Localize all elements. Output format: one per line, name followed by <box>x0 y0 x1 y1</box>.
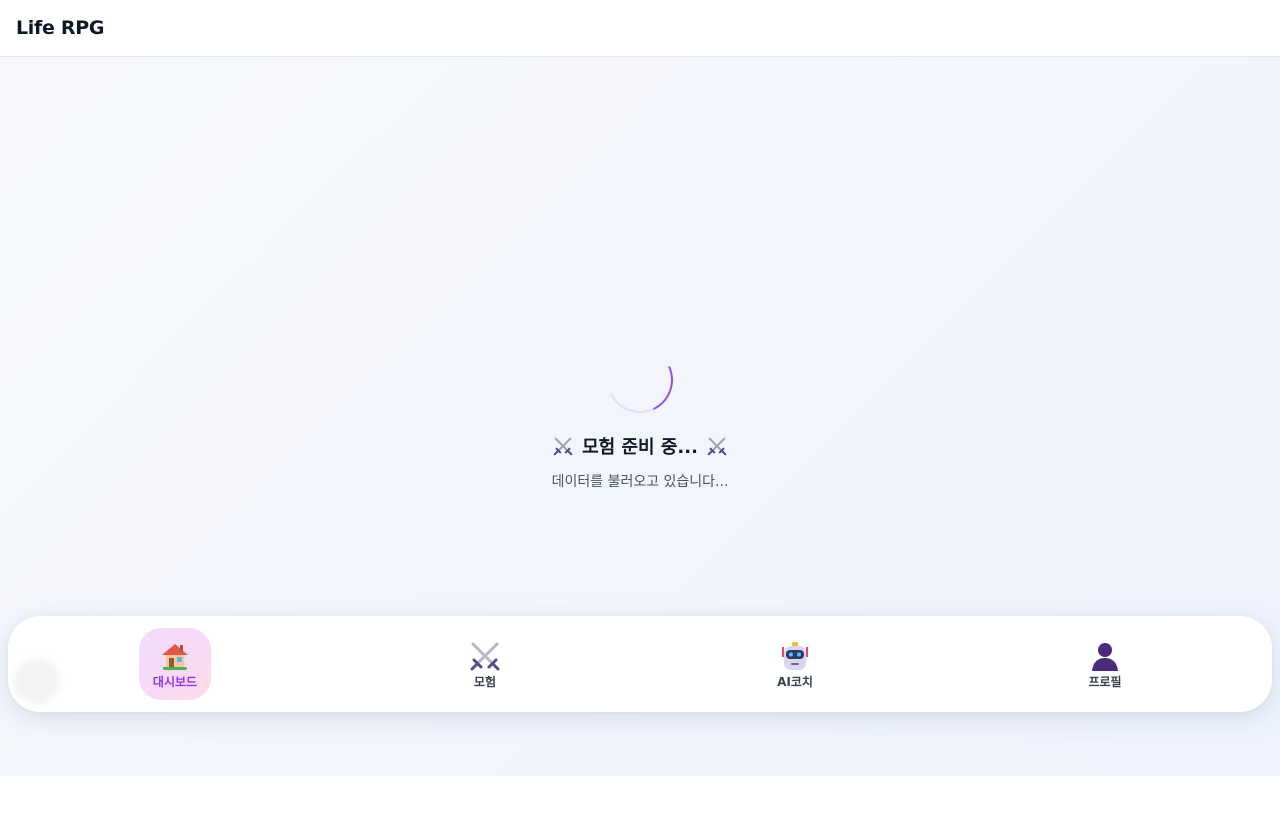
person-silhouette-icon <box>1092 642 1118 671</box>
loading-title: 모험 준비 중... <box>582 437 698 458</box>
floating-button-shadow <box>14 658 60 704</box>
loading-title-row: 모험 준비 중... <box>552 433 728 459</box>
house-icon <box>162 643 188 670</box>
nav-label-profile: 프로필 <box>1088 674 1122 689</box>
nav-label-dashboard: 대시보드 <box>152 674 198 689</box>
bottom-navigation: 대시보드 모험 AI코치 프로필 <box>8 616 1272 712</box>
nav-item-adventure[interactable]: 모험 <box>449 628 521 700</box>
crossed-swords-icon <box>707 437 727 456</box>
nav-item-profile[interactable]: 프로필 <box>1069 628 1141 700</box>
loading-spinner <box>597 337 683 423</box>
loading-panel: 모험 준비 중... 데이터를 불러오고 있습니다... <box>0 337 1280 491</box>
nav-label-adventure: 모험 <box>473 674 497 689</box>
robot-icon <box>782 641 808 670</box>
loading-subtitle: 데이터를 불러오고 있습니다... <box>551 474 729 490</box>
top-app-bar: Life RPG <box>0 0 1280 57</box>
crossed-swords-icon <box>553 437 573 456</box>
app-title: Life RPG <box>16 17 105 39</box>
nav-item-ai-coach[interactable]: AI코치 <box>759 628 831 700</box>
nav-label-ai-coach: AI코치 <box>777 674 813 689</box>
page-bottom-area <box>0 776 1280 840</box>
crossed-swords-icon <box>470 642 500 670</box>
nav-item-dashboard[interactable]: 대시보드 <box>139 628 211 700</box>
